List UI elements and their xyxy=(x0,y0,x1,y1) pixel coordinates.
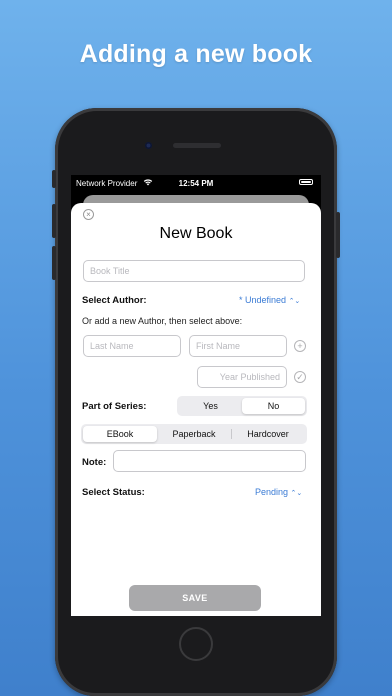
new-book-sheet: × New Book Book Title Select Author: * U… xyxy=(71,203,321,616)
part-of-series-label: Part of Series: xyxy=(82,401,147,412)
home-button[interactable] xyxy=(179,627,213,661)
series-option-no[interactable]: No xyxy=(242,398,305,414)
page-title: New Book xyxy=(159,225,233,242)
series-segmented-control: Yes No xyxy=(177,396,307,416)
status-picker[interactable]: Pending ⌃⌄ xyxy=(255,487,302,497)
mute-switch xyxy=(52,170,56,188)
chevron-updown-icon: ⌃⌄ xyxy=(290,490,303,497)
battery-icon xyxy=(299,179,313,185)
power-button xyxy=(336,212,340,258)
checkmark-icon[interactable]: ✓ xyxy=(294,371,306,383)
phone-frame: Network Provider 12:54 PM × New Book Boo… xyxy=(52,108,340,696)
front-camera xyxy=(145,142,152,149)
format-option-ebook[interactable]: EBook xyxy=(83,426,157,442)
status-picker-value: Pending xyxy=(255,487,289,497)
format-option-paperback[interactable]: Paperback xyxy=(157,426,231,442)
add-author-icon[interactable]: + xyxy=(294,340,306,352)
volume-down-button xyxy=(52,246,56,280)
earpiece-speaker xyxy=(173,143,221,148)
chevron-updown-icon: ⌃⌄ xyxy=(288,298,301,305)
headline: Adding a new book xyxy=(79,40,313,68)
first-name-input[interactable]: First Name xyxy=(189,335,287,357)
note-label: Note: xyxy=(82,457,107,468)
format-option-hardcover[interactable]: Hardcover xyxy=(231,426,305,442)
book-title-input[interactable]: Book Title xyxy=(83,260,305,282)
author-picker[interactable]: * Undefined ⌃⌄ xyxy=(239,295,300,305)
note-input[interactable] xyxy=(113,450,306,472)
volume-up-button xyxy=(52,204,56,238)
select-status-label: Select Status: xyxy=(82,487,145,498)
last-name-input[interactable]: Last Name xyxy=(83,335,181,357)
status-bar: Network Provider 12:54 PM xyxy=(71,175,321,191)
phone-screen: Network Provider 12:54 PM × New Book Boo… xyxy=(71,175,321,616)
year-published-input[interactable]: Year Published xyxy=(197,366,287,388)
save-button[interactable]: SAVE xyxy=(129,585,261,611)
format-segmented-control: EBook Paperback Hardcover xyxy=(81,424,307,444)
clock: 12:54 PM xyxy=(178,179,214,188)
author-picker-value: * Undefined xyxy=(239,295,287,305)
series-option-yes[interactable]: Yes xyxy=(179,398,242,414)
close-icon[interactable]: × xyxy=(83,209,94,220)
new-author-hint: Or add a new Author, then select above: xyxy=(82,316,243,326)
select-author-label: Select Author: xyxy=(82,295,147,306)
